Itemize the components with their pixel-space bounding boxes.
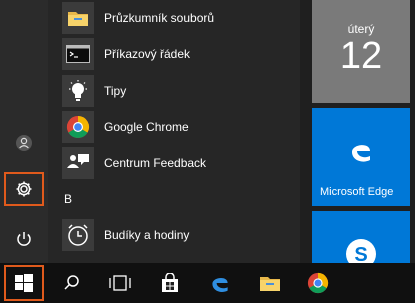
search-icon — [64, 275, 79, 290]
chrome-taskbar-button[interactable] — [294, 263, 342, 303]
command-prompt-icon — [62, 38, 94, 70]
skype-icon: S — [346, 239, 376, 263]
app-label: Příkazový řádek — [104, 47, 191, 61]
app-label: Tipy — [104, 84, 127, 98]
file-explorer-icon — [62, 2, 94, 34]
list-item-alarms-clock[interactable]: Budíky a hodiny — [62, 218, 298, 252]
feedback-hub-icon — [62, 147, 94, 179]
file-explorer-icon — [260, 277, 280, 291]
start-icon — [15, 274, 33, 292]
start-menu-rail — [0, 0, 48, 263]
app-label: Centrum Feedback — [104, 156, 207, 170]
file-explorer-taskbar-button[interactable] — [246, 263, 294, 303]
list-item-google-chrome[interactable]: Google Chrome — [62, 110, 298, 144]
list-item-feedback-hub[interactable]: Centrum Feedback — [62, 146, 298, 180]
user-icon — [16, 135, 32, 151]
edge-icon — [352, 145, 370, 162]
app-label: Budíky a hodiny — [104, 228, 190, 242]
user-account-button[interactable] — [4, 126, 44, 160]
svg-text:S: S — [354, 244, 367, 263]
settings-button[interactable] — [4, 172, 44, 206]
store-icon — [162, 273, 178, 292]
edge-icon — [212, 277, 228, 292]
taskbar — [0, 263, 415, 303]
task-view-button[interactable] — [96, 263, 144, 303]
power-icon — [17, 232, 31, 246]
section-header-b[interactable]: B — [64, 192, 72, 206]
tile-label: Microsoft Edge — [320, 186, 394, 198]
app-label: Průzkumník souborů — [104, 11, 215, 25]
store-button[interactable] — [146, 263, 194, 303]
task-view-icon — [109, 275, 131, 291]
settings-icon — [16, 181, 32, 197]
skype-tile[interactable]: S — [312, 211, 410, 263]
app-label: Google Chrome — [104, 120, 189, 134]
microsoft-edge-tile[interactable]: Microsoft Edge — [312, 108, 410, 206]
alarm-clock-icon — [62, 219, 94, 251]
edge-taskbar-button[interactable] — [196, 263, 244, 303]
search-button[interactable] — [48, 263, 96, 303]
list-item-tips[interactable]: Tipy — [62, 74, 298, 108]
calendar-tile[interactable]: úterý 12 — [312, 0, 410, 103]
power-button[interactable] — [4, 222, 44, 256]
calendar-day-number: 12 — [339, 35, 383, 77]
lightbulb-icon — [62, 75, 94, 107]
list-item-file-explorer[interactable]: Průzkumník souborů — [62, 1, 298, 35]
app-list: Průzkumník souborů Příkazový řádek Tipy … — [48, 0, 300, 263]
start-button[interactable] — [4, 265, 44, 301]
list-item-command-prompt[interactable]: Příkazový řádek — [62, 37, 298, 71]
calendar-day-name: úterý — [347, 22, 375, 36]
chrome-icon — [307, 272, 329, 294]
chrome-icon — [62, 111, 94, 143]
